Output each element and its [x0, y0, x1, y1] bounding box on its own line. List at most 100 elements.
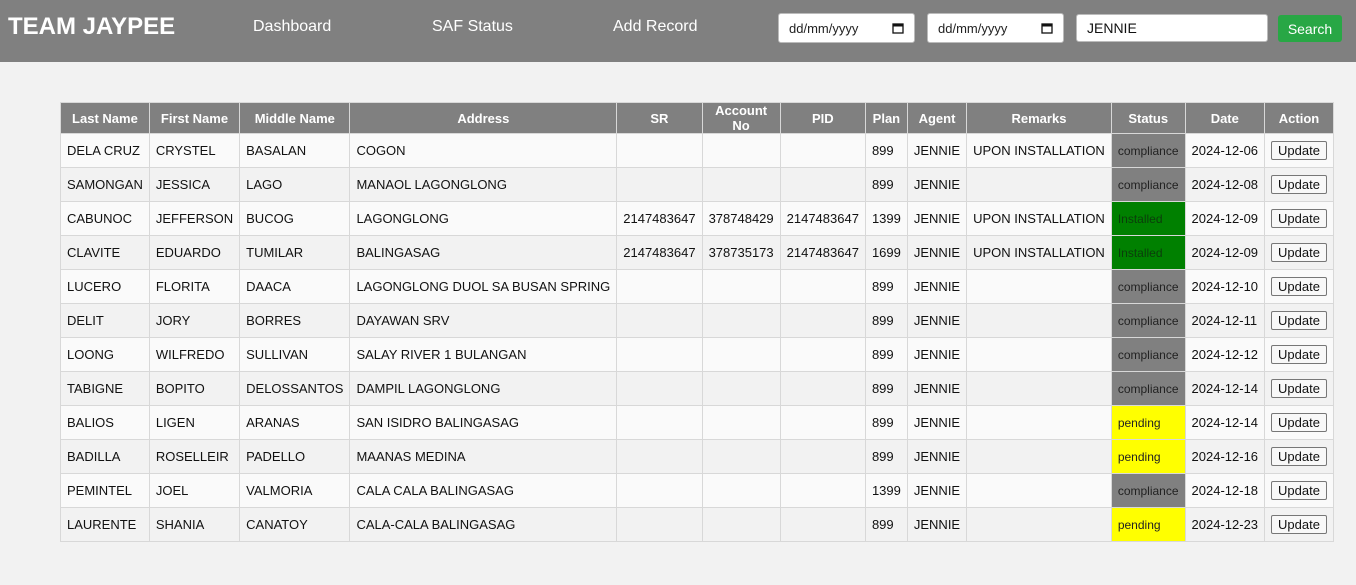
middle-name-cell: LAGO: [239, 167, 351, 202]
date-cell: 2024-12-09: [1184, 235, 1266, 270]
date-from-placeholder: dd/mm/yyyy: [789, 20, 859, 36]
agent-cell: JENNIE: [906, 167, 968, 202]
action-cell: Update: [1264, 269, 1334, 304]
column-header: SR: [616, 102, 703, 134]
status-cell: pending: [1110, 405, 1186, 440]
remarks-cell: UPON INSTALLATION: [966, 133, 1112, 168]
calendar-icon[interactable]: [1041, 22, 1053, 34]
plan-cell: 899: [864, 371, 908, 406]
update-button[interactable]: Update: [1271, 379, 1327, 398]
agent-cell: JENNIE: [906, 439, 968, 474]
column-header: First Name: [148, 102, 241, 134]
pid-cell: [779, 405, 866, 440]
update-button[interactable]: Update: [1271, 141, 1327, 160]
update-button[interactable]: Update: [1271, 345, 1327, 364]
account-no-cell: [701, 405, 781, 440]
update-button[interactable]: Update: [1271, 413, 1327, 432]
date-cell: 2024-12-14: [1184, 405, 1266, 440]
remarks-cell: UPON INSTALLATION: [966, 201, 1112, 236]
last-name-cell: TABIGNE: [60, 371, 150, 406]
status-cell: Installed: [1110, 201, 1186, 236]
pid-cell: [779, 337, 866, 372]
update-button[interactable]: Update: [1271, 515, 1327, 534]
action-cell: Update: [1264, 507, 1334, 542]
nav-add-record[interactable]: Add Record: [613, 18, 698, 36]
remarks-cell: [966, 371, 1112, 406]
status-cell: compliance: [1110, 269, 1186, 304]
status-cell: Installed: [1110, 235, 1186, 270]
date-from-input[interactable]: dd/mm/yyyy: [778, 13, 915, 43]
nav-dashboard[interactable]: Dashboard: [253, 18, 331, 36]
table-row: LAURENTE SHANIA CANATOY CALA-CALA BALINGASA…: [60, 507, 1334, 542]
middle-name-cell: BORRES: [239, 303, 351, 338]
address-cell: CALA CALA BALINGASAG: [349, 473, 618, 508]
plan-cell: 899: [864, 337, 908, 372]
update-button[interactable]: Update: [1271, 311, 1327, 330]
remarks-cell: [966, 337, 1112, 372]
pid-cell: [779, 473, 866, 508]
sr-cell: 2147483647: [616, 235, 703, 270]
account-no-cell: [701, 133, 781, 168]
action-cell: Update: [1264, 337, 1334, 372]
search-button[interactable]: Search: [1278, 15, 1342, 42]
last-name-cell: BADILLA: [60, 439, 150, 474]
agent-cell: JENNIE: [906, 473, 968, 508]
table-row: CLAVITE EDUARDO TUMILAR BALINGASAG 214748364…: [60, 235, 1334, 270]
account-no-cell: [701, 167, 781, 202]
table-row: DELA CRUZ CRYSTEL BASALAN COGON 899 JENNIE UPO…: [60, 133, 1334, 168]
sr-cell: [616, 269, 703, 304]
account-no-cell: 378735173: [701, 235, 781, 270]
search-input[interactable]: [1076, 14, 1268, 42]
pid-cell: [779, 303, 866, 338]
last-name-cell: BALIOS: [60, 405, 150, 440]
status-cell: compliance: [1110, 337, 1186, 372]
last-name-cell: CABUNOC: [60, 201, 150, 236]
remarks-cell: [966, 507, 1112, 542]
update-button[interactable]: Update: [1271, 243, 1327, 262]
remarks-cell: [966, 473, 1112, 508]
plan-cell: 899: [864, 303, 908, 338]
address-cell: MAANAS MEDINA: [349, 439, 618, 474]
sr-cell: [616, 507, 703, 542]
address-cell: COGON: [349, 133, 618, 168]
pid-cell: 2147483647: [779, 201, 866, 236]
pid-cell: [779, 269, 866, 304]
date-to-input[interactable]: dd/mm/yyyy: [927, 13, 1064, 43]
update-button[interactable]: Update: [1271, 447, 1327, 466]
date-cell: 2024-12-08: [1184, 167, 1266, 202]
sr-cell: [616, 167, 703, 202]
action-cell: Update: [1264, 133, 1334, 168]
action-cell: Update: [1264, 473, 1334, 508]
remarks-cell: [966, 439, 1112, 474]
update-button[interactable]: Update: [1271, 277, 1327, 296]
first-name-cell: EDUARDO: [148, 235, 241, 270]
sr-cell: [616, 473, 703, 508]
update-button[interactable]: Update: [1271, 209, 1327, 228]
date-cell: 2024-12-16: [1184, 439, 1266, 474]
remarks-cell: [966, 167, 1112, 202]
column-header: Date: [1184, 102, 1266, 134]
action-cell: Update: [1264, 167, 1334, 202]
sr-cell: [616, 337, 703, 372]
status-cell: compliance: [1110, 303, 1186, 338]
account-no-cell: [701, 507, 781, 542]
nav-saf-status[interactable]: SAF Status: [432, 18, 513, 36]
middle-name-cell: VALMORIA: [239, 473, 351, 508]
plan-cell: 899: [864, 439, 908, 474]
remarks-cell: [966, 269, 1112, 304]
update-button[interactable]: Update: [1271, 175, 1327, 194]
date-cell: 2024-12-23: [1184, 507, 1266, 542]
sr-cell: [616, 371, 703, 406]
action-cell: Update: [1264, 235, 1334, 270]
sr-cell: [616, 405, 703, 440]
last-name-cell: DELIT: [60, 303, 150, 338]
agent-cell: JENNIE: [906, 371, 968, 406]
address-cell: DAYAWAN SRV: [349, 303, 618, 338]
top-navbar: TEAM JAYPEE Dashboard SAF Status Add Rec…: [0, 0, 1356, 62]
first-name-cell: LIGEN: [148, 405, 241, 440]
update-button[interactable]: Update: [1271, 481, 1327, 500]
first-name-cell: ROSELLEIR: [148, 439, 241, 474]
table-row: BALIOS LIGEN ARANAS SAN ISIDRO BALINGASAG 89…: [60, 405, 1334, 440]
calendar-icon[interactable]: [892, 22, 904, 34]
last-name-cell: DELA CRUZ: [60, 133, 150, 168]
